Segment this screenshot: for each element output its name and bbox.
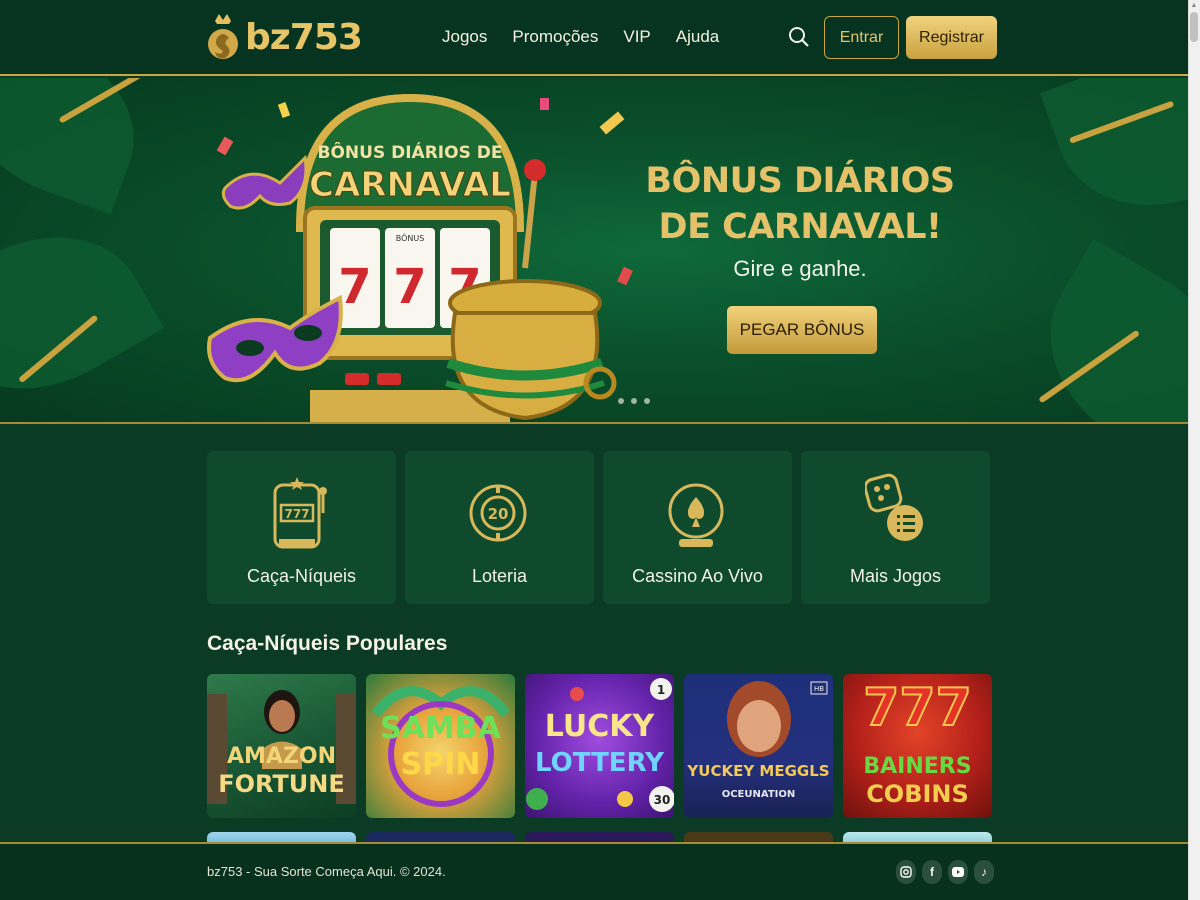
nav-ajuda[interactable]: Ajuda <box>676 27 719 47</box>
lottery-ball-30: 30 <box>654 793 671 807</box>
game-title-line2: SPIN <box>400 747 481 782</box>
category-live-casino[interactable]: Cassino Ao Vivo <box>603 451 792 604</box>
site-footer: bz753 - Sua Sorte Começa Aqui. © 2024. f… <box>0 842 1188 900</box>
banner-art-title-line1: BÔNUS DIÁRIOS DE <box>318 141 503 163</box>
game-badge: HB <box>814 685 824 693</box>
lottery-ball-icon: 20 <box>469 484 527 542</box>
nav-jogos[interactable]: Jogos <box>442 27 487 47</box>
category-more-games[interactable]: Mais Jogos <box>801 451 990 604</box>
game-title-line1: SAMBA <box>380 711 501 746</box>
site-header: bz753 Jogos Promoções VIP Ajuda Entrar R… <box>0 0 1188 76</box>
category-label: Caça-Níqueis <box>246 566 357 586</box>
slot-machine-illustration: BÔNUS DIÁRIOS DE CARNAVAL 7 7 7 BÔNUS <box>207 93 633 422</box>
game-card-lucky-lottery[interactable]: 1 30 LUCKY LOTTERY <box>525 674 674 818</box>
category-label: Loteria <box>471 566 528 586</box>
game-thumbnail-art: 1 30 <box>526 678 674 812</box>
popular-slots-row: AMAZON FORTUNE SAMBA SPIN 1 30 LUCKY LOT… <box>207 674 992 818</box>
popular-slots-title: Caça-Níqueis Populares <box>207 632 448 655</box>
leaf-decoration <box>0 198 165 422</box>
game-title-line2: FORTUNE <box>218 770 345 798</box>
category-label: Mais Jogos <box>849 566 942 586</box>
claim-bonus-button[interactable]: PEGAR BÔNUS <box>727 306 877 354</box>
game-title-line2: BAINERS <box>863 754 972 779</box>
category-grid: 777 Caça-Níqueis 20 Loteria Cassino Ao V… <box>207 451 990 604</box>
slot-machine-icon: 777 <box>273 477 327 549</box>
game-title-line2: LOTTERY <box>535 748 664 778</box>
brand-name: bz753 <box>245 16 363 58</box>
game-card-bainers-cobins[interactable]: 777 BAINERS COBINS <box>843 674 992 818</box>
reel-sign: BÔNUS <box>396 232 425 243</box>
svg-text:777: 777 <box>284 507 309 521</box>
banner-subtitle: Gire e ganhe. <box>733 256 867 281</box>
carousel-dot[interactable] <box>631 398 637 404</box>
main-nav: Jogos Promoções VIP Ajuda <box>442 27 719 47</box>
category-slots[interactable]: 777 Caça-Níqueis <box>207 451 396 604</box>
youtube-icon[interactable] <box>948 860 968 884</box>
lottery-icon-number: 20 <box>488 505 509 523</box>
scroll-up-arrow[interactable]: ▲ <box>1190 2 1198 10</box>
social-links: f ♪ <box>896 860 994 884</box>
game-card-amazon-fortune[interactable]: AMAZON FORTUNE <box>207 674 356 818</box>
carousel-dots <box>618 398 650 404</box>
game-card-yuckey-meggls[interactable]: HB YUCKEY MEGGLS OCEUNATION <box>684 674 833 818</box>
search-icon[interactable] <box>788 26 810 48</box>
tiktok-icon[interactable]: ♪ <box>974 860 994 884</box>
game-title-777: 777 <box>862 678 973 738</box>
carousel-dot[interactable] <box>644 398 650 404</box>
game-title-line2: OCEUNATION <box>721 789 796 800</box>
game-title-line1: YUCKEY MEGGLS <box>687 762 830 780</box>
footer-copyright: bz753 - Sua Sorte Começa Aqui. © 2024. <box>207 864 446 879</box>
leaf-decoration <box>0 78 159 215</box>
promo-banner[interactable]: BÔNUS DIÁRIOS DE CARNAVAL 7 7 7 BÔNUS BÔ… <box>0 78 1188 424</box>
nav-vip[interactable]: VIP <box>623 27 650 47</box>
facebook-icon[interactable]: f <box>922 860 942 884</box>
scrollbar-thumb[interactable] <box>1190 12 1198 42</box>
game-thumbnail-art <box>372 686 510 807</box>
instagram-icon[interactable] <box>896 860 916 884</box>
game-title-line1: AMAZON <box>226 744 336 769</box>
more-games-icon <box>865 473 923 541</box>
carousel-dot[interactable] <box>618 398 624 404</box>
logo-coin-icon <box>208 14 238 59</box>
nav-promocoes[interactable]: Promoções <box>512 27 598 47</box>
game-title-line3: COBINS <box>866 780 969 808</box>
banner-art-title-line2: CARNAVAL <box>309 165 511 205</box>
category-lottery[interactable]: 20 Loteria <box>405 451 594 604</box>
brand-logo[interactable]: bz753 <box>205 12 363 62</box>
live-casino-icon <box>668 483 724 547</box>
lottery-ball-1: 1 <box>657 683 665 697</box>
register-button[interactable]: Registrar <box>906 16 997 59</box>
page-scrollbar[interactable]: ▲ <box>1188 0 1200 900</box>
category-label: Cassino Ao Vivo <box>632 566 763 586</box>
banner-title: BÔNUS DIÁRIOS DE CARNAVAL! <box>645 161 955 247</box>
login-button[interactable]: Entrar <box>824 16 899 59</box>
leaf-decoration <box>1039 78 1188 235</box>
game-title-line1: LUCKY <box>544 709 655 744</box>
game-card-samba-spin[interactable]: SAMBA SPIN <box>366 674 515 818</box>
slot-reel-7: 7 <box>338 259 371 315</box>
slot-reel-7: 7 <box>393 259 426 315</box>
